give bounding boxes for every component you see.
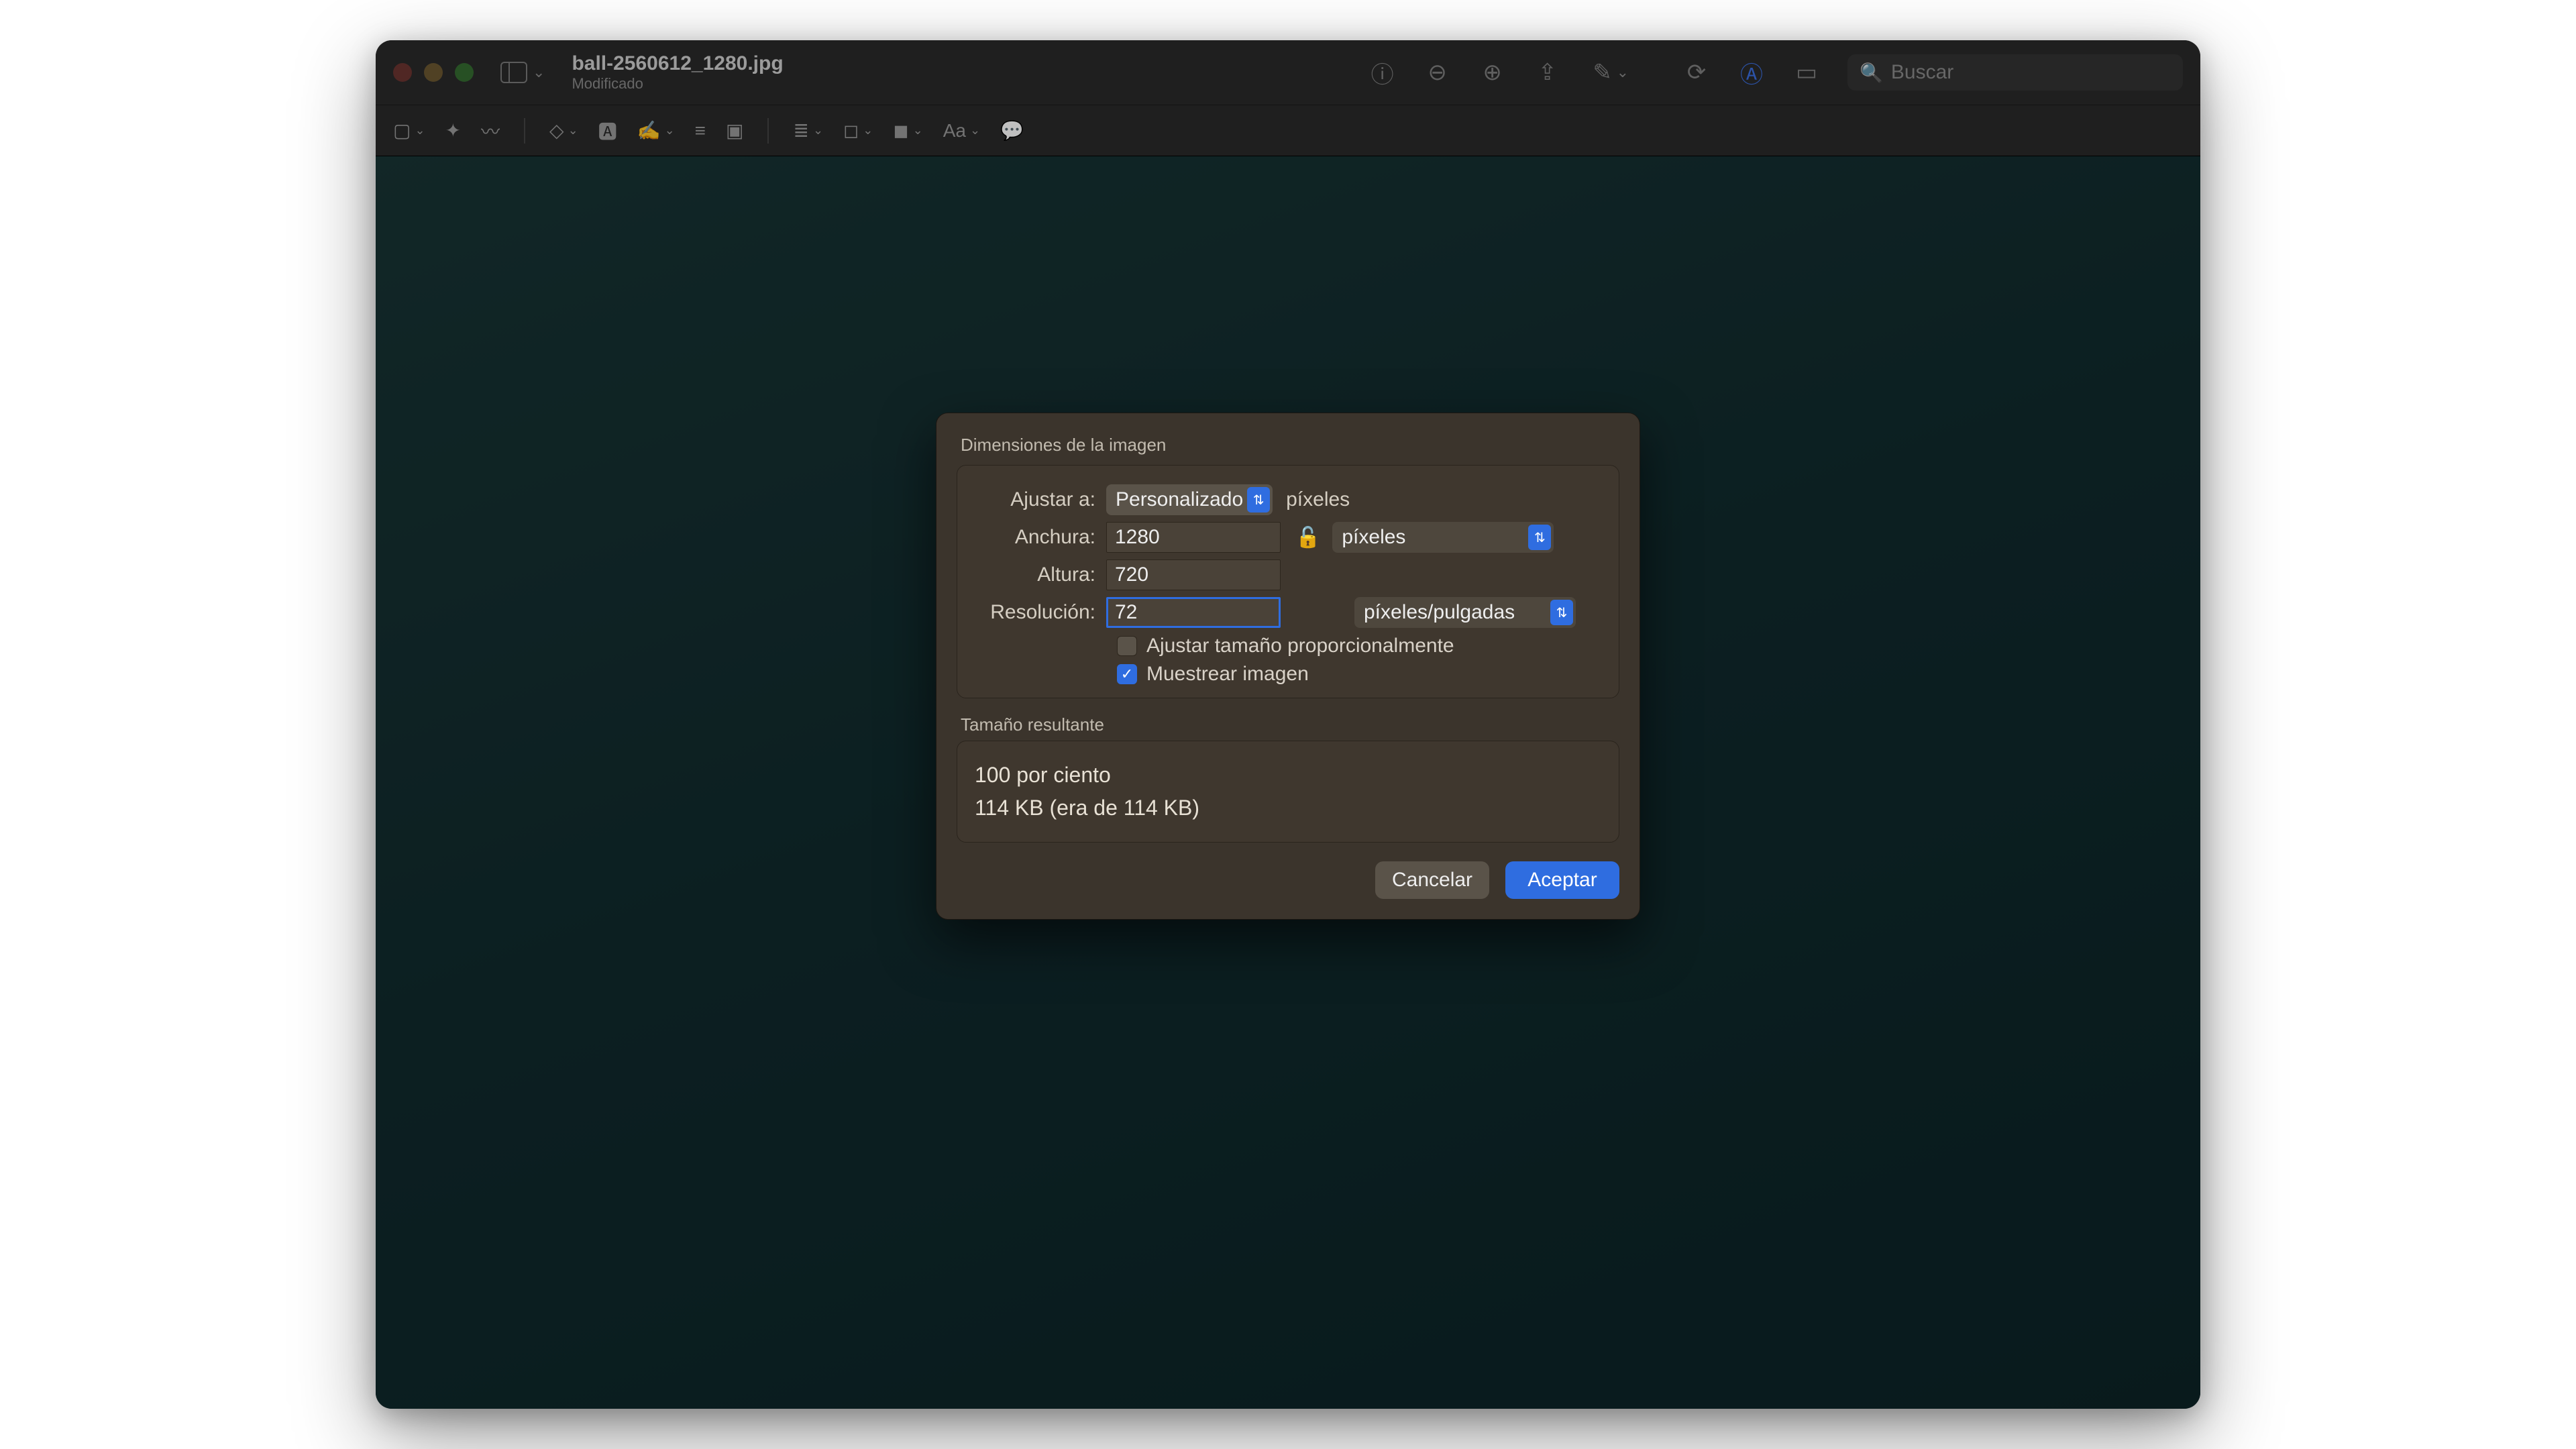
dialog-buttons: Cancelar Aceptar xyxy=(957,861,1619,899)
stepper-arrows-icon: ⇅ xyxy=(1247,487,1270,513)
dimension-unit-value: píxeles xyxy=(1342,526,1405,549)
ok-button[interactable]: Aceptar xyxy=(1505,861,1619,899)
width-label: Anchura: xyxy=(972,526,1106,549)
resolution-input[interactable] xyxy=(1106,597,1281,628)
scale-proportionally-checkbox[interactable] xyxy=(1117,636,1137,656)
fit-label: Ajustar a: xyxy=(972,488,1106,511)
result-size: 114 KB (era de 114 KB) xyxy=(975,796,1601,820)
result-heading: Tamaño resultante xyxy=(961,714,1619,735)
scale-proportionally-label: Ajustar tamaño proporcionalmente xyxy=(1146,635,1454,657)
stepper-arrows-icon: ⇅ xyxy=(1550,600,1573,625)
fit-select-value: Personalizado xyxy=(1116,488,1243,511)
height-input[interactable] xyxy=(1106,559,1281,590)
result-group: 100 por ciento 114 KB (era de 114 KB) xyxy=(957,741,1619,843)
unlock-icon[interactable]: 🔓 xyxy=(1295,526,1320,549)
resolution-label: Resolución: xyxy=(972,601,1106,624)
resample-image-label: Muestrear imagen xyxy=(1146,663,1309,686)
dimension-unit-select[interactable]: píxeles ⇅ xyxy=(1332,522,1554,553)
image-dimensions-dialog: Dimensiones de la imagen Ajustar a: Pers… xyxy=(936,413,1640,920)
preview-window: ⌄ ball-2560612_1280.jpg Modificado ⓘ ⊖ ⊕… xyxy=(376,40,2200,1409)
stepper-arrows-icon: ⇅ xyxy=(1528,525,1551,550)
height-label: Altura: xyxy=(972,564,1106,586)
resample-image-checkbox[interactable]: ✓ xyxy=(1117,664,1137,684)
resolution-unit-value: píxeles/pulgadas xyxy=(1364,601,1515,624)
result-percent: 100 por ciento xyxy=(975,763,1601,788)
fit-unit-label: píxeles xyxy=(1286,488,1350,511)
dimensions-group: Ajustar a: Personalizado ⇅ píxeles Anchu… xyxy=(957,465,1619,698)
fit-select[interactable]: Personalizado ⇅ xyxy=(1106,484,1273,515)
cancel-button[interactable]: Cancelar xyxy=(1375,861,1489,899)
dialog-title: Dimensiones de la imagen xyxy=(961,435,1619,455)
width-input[interactable] xyxy=(1106,522,1281,553)
resolution-unit-select[interactable]: píxeles/pulgadas ⇅ xyxy=(1354,597,1576,628)
